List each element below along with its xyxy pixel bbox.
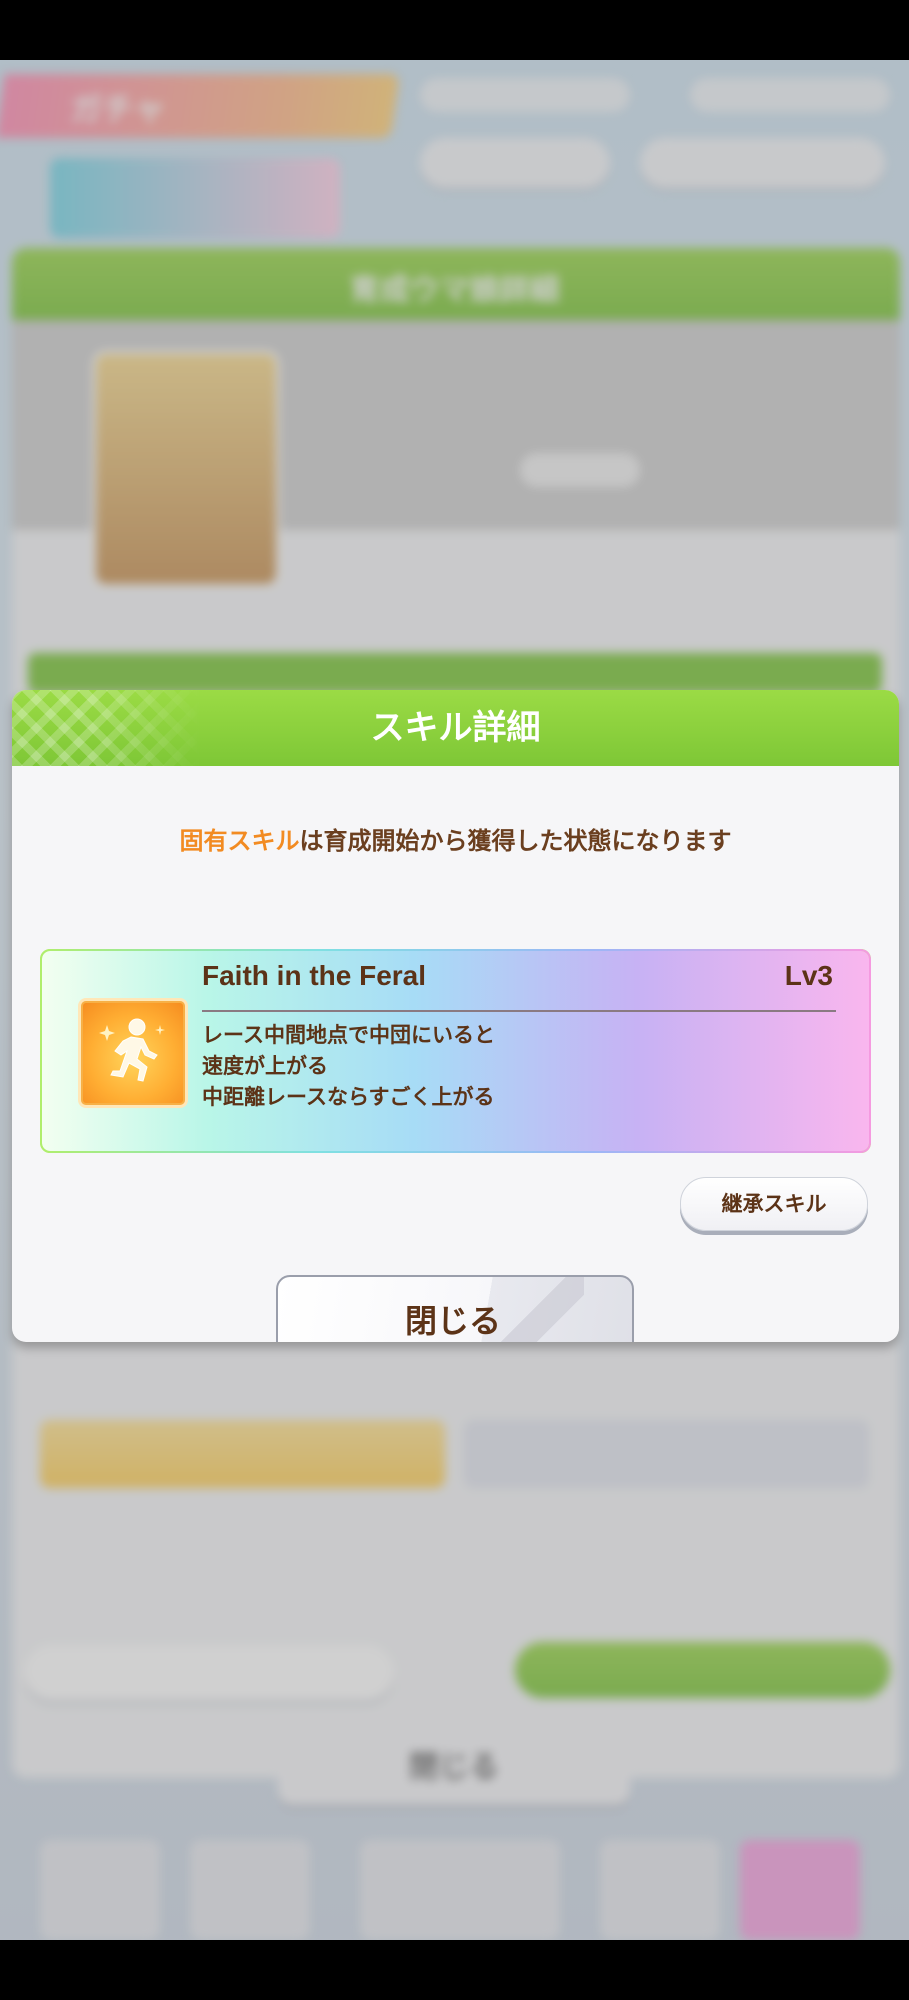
skill-description-line: 速度が上がる bbox=[202, 1054, 328, 1078]
close-button-label[interactable]: 閉じる bbox=[276, 1275, 630, 1342]
inherited-skill-button[interactable]: 継承スキル bbox=[680, 1177, 868, 1231]
skill-description-line: 中距離レースならすごく上がる bbox=[202, 1085, 495, 1109]
game-screen: ガチャ 育成ウマ娘詳細 閉じる スキル詳細 固有スキルは育成開始から獲得した状態… bbox=[0, 60, 909, 1940]
dialog-title: スキル詳細 bbox=[370, 708, 541, 748]
notice-highlight: 固有スキル bbox=[179, 827, 300, 855]
skill-description: レース中間地点で中団にいると 速度が上がる 中距離レースならすごく上がる bbox=[202, 1020, 495, 1113]
unique-skill-notice: 固有スキルは育成開始から獲得した状態になります bbox=[12, 821, 899, 856]
skill-level: Lv3 bbox=[784, 960, 833, 991]
notice-text: は育成開始から獲得した状態になります bbox=[299, 827, 732, 855]
skill-divider bbox=[202, 1010, 836, 1012]
skill-detail-dialog: スキル詳細 固有スキルは育成開始から獲得した状態になります Faith in t… bbox=[12, 690, 899, 1342]
bottom-bar bbox=[0, 1940, 909, 2000]
skill-description-line: レース中間地点で中団にいると bbox=[202, 1023, 495, 1047]
skill-name: Faith in the Feral bbox=[202, 960, 427, 991]
running-figure-icon bbox=[78, 998, 188, 1108]
